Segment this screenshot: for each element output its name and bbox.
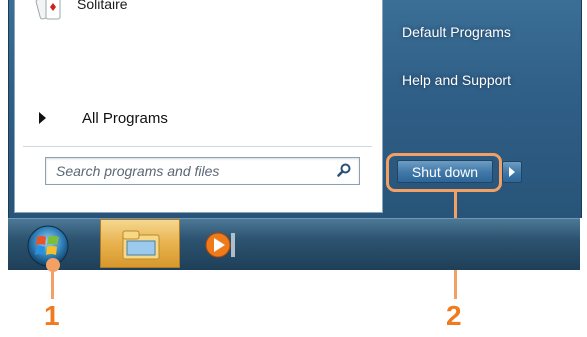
all-programs-button[interactable]: All Programs	[39, 108, 168, 128]
triangle-right-icon	[39, 112, 46, 124]
callout-number: 1	[44, 300, 60, 331]
all-programs-label: All Programs	[82, 109, 168, 127]
help-and-support-link[interactable]: Help and Support	[402, 72, 511, 88]
callout-number: 2	[446, 300, 462, 331]
program-item-label: Solitaire	[77, 0, 128, 12]
taskbar	[8, 218, 580, 270]
highlight-ring	[386, 153, 502, 192]
program-item-solitaire[interactable]: Solitaire	[35, 0, 128, 30]
shutdown-options-button[interactable]	[502, 161, 522, 183]
search-icon[interactable]	[337, 163, 351, 177]
taskbar-explorer-button[interactable]	[100, 219, 180, 268]
media-player-icon[interactable]	[204, 229, 238, 261]
search-placeholder: Search programs and files	[56, 163, 220, 179]
divider	[23, 146, 372, 147]
search-input[interactable]: Search programs and files	[45, 157, 360, 185]
default-programs-link[interactable]: Default Programs	[402, 24, 511, 40]
triangle-right-icon	[509, 167, 515, 177]
folder-icon	[122, 230, 160, 260]
callout-line	[51, 265, 54, 299]
solitaire-icon	[35, 0, 61, 20]
